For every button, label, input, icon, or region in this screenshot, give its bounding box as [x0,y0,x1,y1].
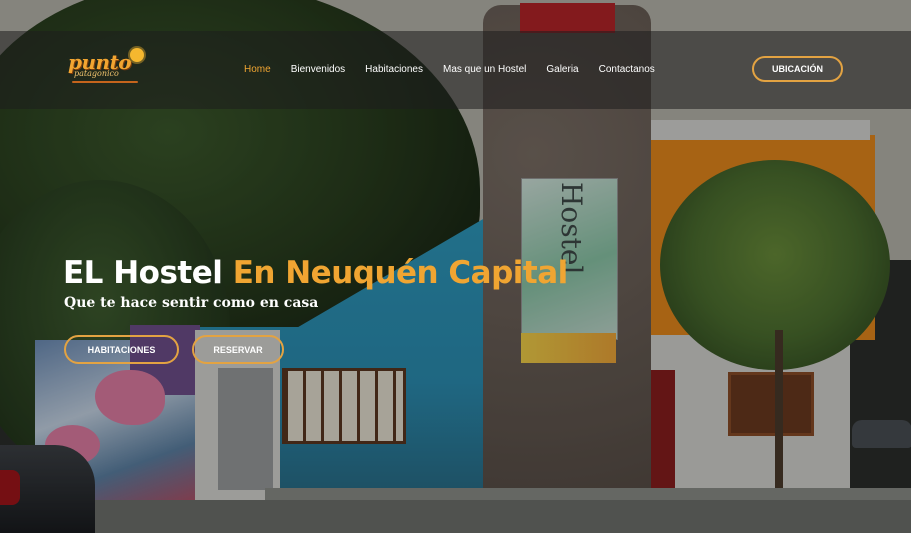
site-logo[interactable]: punto patagonico [68,48,148,86]
logo-underline [72,81,138,83]
reservar-button[interactable]: RESERVAR [192,335,284,364]
logo-subtitle: patagonico [74,69,119,78]
hero-title: EL Hostel En Neuquén Capital [63,255,568,291]
sun-icon [130,48,144,62]
nav-item-habitaciones[interactable]: Habitaciones [365,64,423,75]
main-nav: Home Bienvenidos Habitaciones Mas que un… [244,64,675,75]
nav-item-home[interactable]: Home [244,64,271,75]
habitaciones-button[interactable]: HABITACIONES [64,335,179,364]
hero-title-white: EL Hostel [63,255,223,291]
nav-item-mas-que-un-hostel[interactable]: Mas que un Hostel [443,64,526,75]
nav-item-contactanos[interactable]: Contactanos [599,64,655,75]
nav-item-bienvenidos[interactable]: Bienvenidos [291,64,345,75]
hero-subtitle: Que te hace sentir como en casa [64,295,319,311]
nav-item-galeria[interactable]: Galeria [546,64,578,75]
ubicacion-button[interactable]: UBICACIÓN [752,56,843,82]
hero-title-orange: En Neuquén Capital [232,255,569,291]
